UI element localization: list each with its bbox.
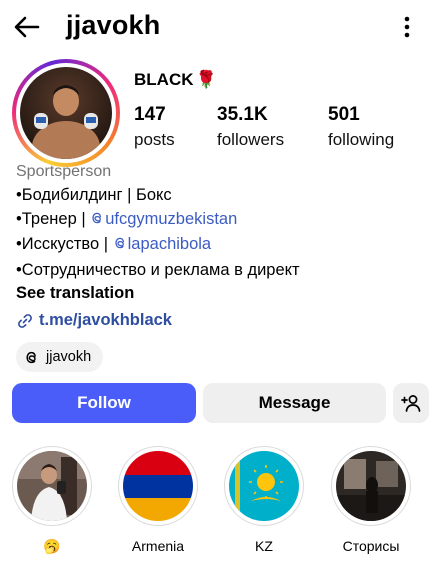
see-translation-link[interactable]: See translation (16, 284, 134, 303)
highlight-label: KZ (255, 538, 273, 554)
mention-text: lapachibola (127, 235, 212, 253)
following-label: following (328, 130, 395, 149)
highlight-ring (224, 446, 304, 526)
stat-following[interactable]: 501 following (328, 104, 394, 150)
followers-count: 35.1K (217, 104, 268, 125)
follow-button[interactable]: Follow (12, 383, 196, 423)
link-icon (18, 313, 32, 328)
profile-avatar (20, 67, 112, 159)
highlight-label: Armenia (131, 538, 185, 554)
threads-icon (26, 351, 36, 363)
page-title: jjavokh (66, 10, 161, 40)
highlight-ring (331, 446, 411, 526)
highlight-ring (118, 446, 198, 526)
followers-label: followers (217, 130, 285, 149)
bio-line-4: •Сотрудничество и реклама в директ (16, 261, 300, 279)
message-button[interactable]: Message (203, 383, 386, 423)
highlight-ring (12, 446, 92, 526)
display-name-text: BLACK (134, 70, 194, 89)
bio-line-1: •Бодибилдинг | Бокс (16, 186, 172, 204)
avatar-border (16, 63, 116, 163)
rose-emoji: 🌹 (195, 70, 217, 89)
bio-line-2: •Тренер | ufcgymuzbekistan (16, 210, 237, 229)
highlight-cover-room (336, 451, 406, 521)
highlight-yawn[interactable]: 🥱 (12, 446, 92, 555)
display-name: BLACK 🌹 (134, 70, 217, 90)
threads-badge[interactable]: jjavokh (16, 342, 104, 372)
mention-lapachibola[interactable]: lapachibola (113, 235, 211, 253)
posts-label: posts (134, 130, 175, 149)
bio-line-3-text: •Исскуство | (16, 235, 113, 253)
threads-mention-icon (92, 212, 102, 224)
category-label: Sportsperson (16, 163, 112, 180)
add-user-button[interactable] (393, 383, 429, 423)
bio-line-2-text: •Тренер | (16, 210, 91, 228)
stat-posts[interactable]: 147 posts (134, 104, 175, 150)
threads-handle: jjavokh (46, 349, 92, 365)
highlight-stories[interactable]: Сторисы (331, 446, 411, 554)
highlight-armenia[interactable]: Armenia (118, 446, 198, 554)
threads-mention-icon (114, 237, 124, 249)
armenia-flag-icon (123, 451, 193, 521)
mention-text: ufcgymuzbekistan (105, 210, 238, 228)
mention-ufcgymuzbekistan[interactable]: ufcgymuzbekistan (90, 210, 237, 228)
posts-count: 147 (134, 104, 166, 125)
more-vertical-icon[interactable] (396, 14, 418, 40)
kazakhstan-flag-icon (229, 451, 299, 521)
arrow-left-icon[interactable] (12, 12, 42, 42)
link-text: t.me/javokhblack (39, 311, 172, 329)
highlight-label: Сторисы (342, 538, 400, 554)
highlight-kz[interactable]: KZ (224, 446, 304, 554)
following-count: 501 (328, 104, 360, 125)
external-link[interactable]: t.me/javokhblack (16, 311, 172, 330)
bio-line-3: •Исскуство | lapachibola (16, 235, 211, 254)
profile-header: jjavokh (0, 0, 435, 56)
highlight-cover-selfie (17, 451, 87, 521)
highlight-label: 🥱 (43, 538, 61, 554)
stat-followers[interactable]: 35.1K followers (217, 104, 284, 150)
avatar[interactable] (12, 59, 120, 167)
add-user-icon (401, 395, 421, 412)
